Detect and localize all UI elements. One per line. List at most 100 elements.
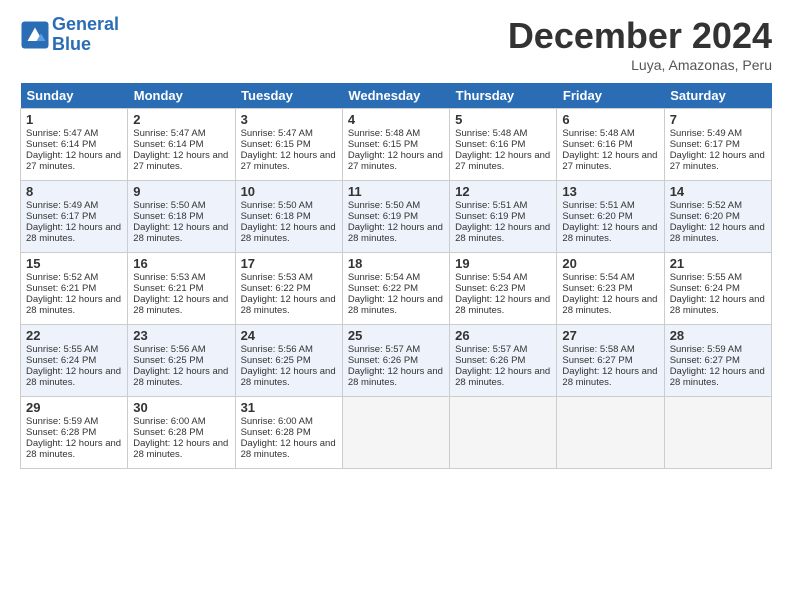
logo-icon (20, 20, 50, 50)
day-number: 31 (241, 400, 337, 415)
day-number: 27 (562, 328, 658, 343)
table-cell: 20 Sunrise: 5:54 AM Sunset: 6:23 PM Dayl… (557, 253, 664, 325)
table-cell: 30 Sunrise: 6:00 AM Sunset: 6:28 PM Dayl… (128, 397, 235, 469)
daylight-label: Daylight: 12 hours and 28 minutes. (562, 366, 657, 388)
sunrise-label: Sunrise: 5:50 AM (348, 200, 420, 211)
sunset-label: Sunset: 6:28 PM (133, 427, 203, 438)
table-cell: 19 Sunrise: 5:54 AM Sunset: 6:23 PM Dayl… (450, 253, 557, 325)
sunrise-label: Sunrise: 5:54 AM (348, 272, 420, 283)
sunrise-label: Sunrise: 5:58 AM (562, 344, 634, 355)
table-cell: 22 Sunrise: 5:55 AM Sunset: 6:24 PM Dayl… (21, 325, 128, 397)
sunrise-label: Sunrise: 5:48 AM (348, 128, 420, 139)
daylight-label: Daylight: 12 hours and 28 minutes. (455, 366, 550, 388)
table-cell: 2 Sunrise: 5:47 AM Sunset: 6:14 PM Dayli… (128, 109, 235, 181)
sunrise-label: Sunrise: 5:48 AM (562, 128, 634, 139)
day-number: 20 (562, 256, 658, 271)
title-block: December 2024 Luya, Amazonas, Peru (508, 15, 772, 73)
sunrise-label: Sunrise: 5:55 AM (670, 272, 742, 283)
daylight-label: Daylight: 12 hours and 27 minutes. (26, 150, 121, 172)
table-cell: 13 Sunrise: 5:51 AM Sunset: 6:20 PM Dayl… (557, 181, 664, 253)
calendar-table: Sunday Monday Tuesday Wednesday Thursday… (20, 83, 772, 469)
logo-blue: Blue (52, 34, 91, 54)
sunset-label: Sunset: 6:21 PM (26, 283, 96, 294)
daylight-label: Daylight: 12 hours and 28 minutes. (562, 222, 657, 244)
day-number: 14 (670, 184, 766, 199)
table-cell: 10 Sunrise: 5:50 AM Sunset: 6:18 PM Dayl… (235, 181, 342, 253)
sunrise-label: Sunrise: 5:53 AM (241, 272, 313, 283)
table-cell: 16 Sunrise: 5:53 AM Sunset: 6:21 PM Dayl… (128, 253, 235, 325)
table-cell: 21 Sunrise: 5:55 AM Sunset: 6:24 PM Dayl… (664, 253, 771, 325)
day-number: 13 (562, 184, 658, 199)
sunrise-label: Sunrise: 5:51 AM (562, 200, 634, 211)
table-row: 29 Sunrise: 5:59 AM Sunset: 6:28 PM Dayl… (21, 397, 772, 469)
sunrise-label: Sunrise: 5:47 AM (241, 128, 313, 139)
table-cell: 26 Sunrise: 5:57 AM Sunset: 6:26 PM Dayl… (450, 325, 557, 397)
day-number: 4 (348, 112, 444, 127)
sunset-label: Sunset: 6:18 PM (133, 211, 203, 222)
location: Luya, Amazonas, Peru (508, 57, 772, 73)
sunset-label: Sunset: 6:25 PM (241, 355, 311, 366)
table-cell: 3 Sunrise: 5:47 AM Sunset: 6:15 PM Dayli… (235, 109, 342, 181)
sunrise-label: Sunrise: 5:49 AM (670, 128, 742, 139)
day-number: 25 (348, 328, 444, 343)
sunrise-label: Sunrise: 5:48 AM (455, 128, 527, 139)
sunrise-label: Sunrise: 5:59 AM (670, 344, 742, 355)
sunset-label: Sunset: 6:21 PM (133, 283, 203, 294)
logo-text: General Blue (52, 15, 119, 55)
th-monday: Monday (128, 83, 235, 109)
table-cell: 5 Sunrise: 5:48 AM Sunset: 6:16 PM Dayli… (450, 109, 557, 181)
sunset-label: Sunset: 6:15 PM (241, 139, 311, 150)
table-cell: 24 Sunrise: 5:56 AM Sunset: 6:25 PM Dayl… (235, 325, 342, 397)
day-number: 15 (26, 256, 122, 271)
sunrise-label: Sunrise: 5:52 AM (26, 272, 98, 283)
header-row: Sunday Monday Tuesday Wednesday Thursday… (21, 83, 772, 109)
page: General Blue December 2024 Luya, Amazona… (0, 0, 792, 612)
day-number: 9 (133, 184, 229, 199)
sunrise-label: Sunrise: 5:54 AM (562, 272, 634, 283)
day-number: 16 (133, 256, 229, 271)
sunrise-label: Sunrise: 5:50 AM (133, 200, 205, 211)
sunset-label: Sunset: 6:20 PM (670, 211, 740, 222)
day-number: 24 (241, 328, 337, 343)
sunset-label: Sunset: 6:17 PM (26, 211, 96, 222)
sunset-label: Sunset: 6:15 PM (348, 139, 418, 150)
table-cell: 23 Sunrise: 5:56 AM Sunset: 6:25 PM Dayl… (128, 325, 235, 397)
th-tuesday: Tuesday (235, 83, 342, 109)
day-number: 22 (26, 328, 122, 343)
table-cell: 7 Sunrise: 5:49 AM Sunset: 6:17 PM Dayli… (664, 109, 771, 181)
sunset-label: Sunset: 6:14 PM (133, 139, 203, 150)
sunrise-label: Sunrise: 5:47 AM (26, 128, 98, 139)
daylight-label: Daylight: 12 hours and 28 minutes. (133, 438, 228, 460)
daylight-label: Daylight: 12 hours and 28 minutes. (241, 294, 336, 316)
daylight-label: Daylight: 12 hours and 28 minutes. (26, 366, 121, 388)
daylight-label: Daylight: 12 hours and 28 minutes. (133, 222, 228, 244)
table-cell: 29 Sunrise: 5:59 AM Sunset: 6:28 PM Dayl… (21, 397, 128, 469)
sunset-label: Sunset: 6:26 PM (348, 355, 418, 366)
daylight-label: Daylight: 12 hours and 28 minutes. (241, 438, 336, 460)
sunrise-label: Sunrise: 5:55 AM (26, 344, 98, 355)
day-number: 29 (26, 400, 122, 415)
day-number: 1 (26, 112, 122, 127)
daylight-label: Daylight: 12 hours and 27 minutes. (133, 150, 228, 172)
sunset-label: Sunset: 6:16 PM (562, 139, 632, 150)
table-cell: 31 Sunrise: 6:00 AM Sunset: 6:28 PM Dayl… (235, 397, 342, 469)
table-cell: 15 Sunrise: 5:52 AM Sunset: 6:21 PM Dayl… (21, 253, 128, 325)
daylight-label: Daylight: 12 hours and 28 minutes. (670, 294, 765, 316)
sunset-label: Sunset: 6:23 PM (455, 283, 525, 294)
th-thursday: Thursday (450, 83, 557, 109)
th-saturday: Saturday (664, 83, 771, 109)
table-cell: 14 Sunrise: 5:52 AM Sunset: 6:20 PM Dayl… (664, 181, 771, 253)
day-number: 8 (26, 184, 122, 199)
day-number: 30 (133, 400, 229, 415)
sunrise-label: Sunrise: 5:56 AM (133, 344, 205, 355)
daylight-label: Daylight: 12 hours and 28 minutes. (348, 366, 443, 388)
daylight-label: Daylight: 12 hours and 27 minutes. (241, 150, 336, 172)
daylight-label: Daylight: 12 hours and 28 minutes. (348, 294, 443, 316)
logo-general: General (52, 14, 119, 34)
day-number: 23 (133, 328, 229, 343)
day-number: 7 (670, 112, 766, 127)
day-number: 18 (348, 256, 444, 271)
daylight-label: Daylight: 12 hours and 27 minutes. (455, 150, 550, 172)
month-title: December 2024 (508, 15, 772, 57)
daylight-label: Daylight: 12 hours and 28 minutes. (455, 294, 550, 316)
